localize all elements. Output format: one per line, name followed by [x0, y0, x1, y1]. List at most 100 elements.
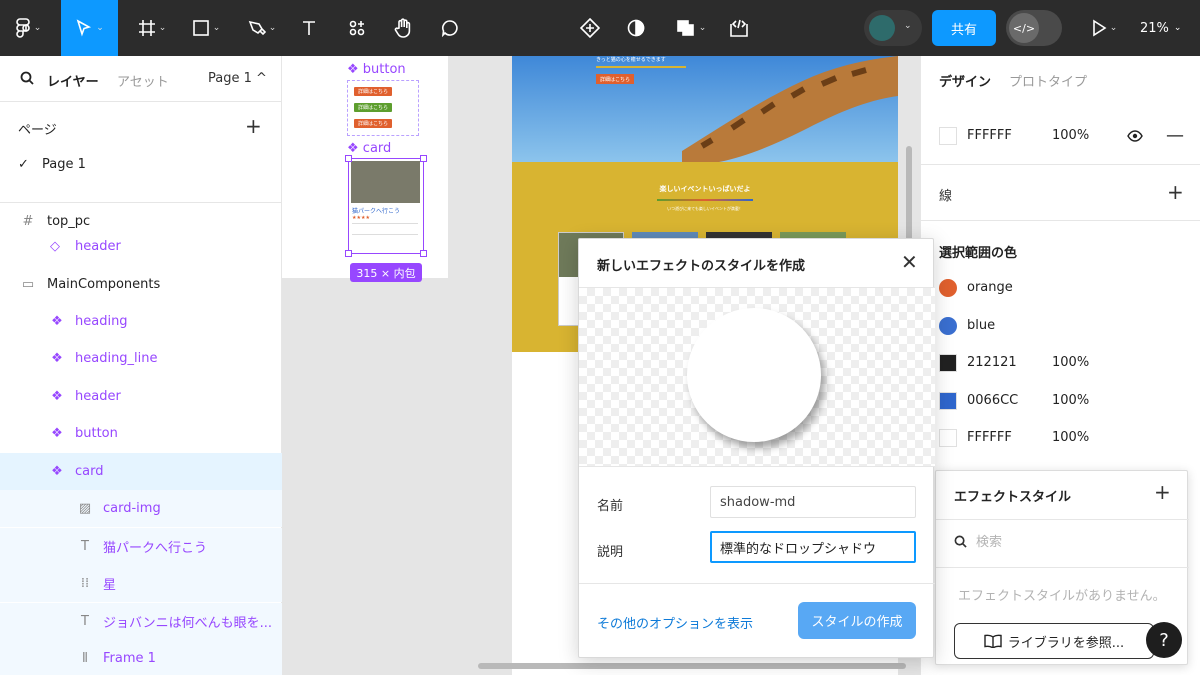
selection-color-row[interactable]: 0066CC 100%	[921, 382, 1200, 419]
color-hex[interactable]: FFFFFF	[967, 430, 1012, 445]
style-name-input[interactable]	[710, 486, 916, 518]
selection-color-row[interactable]: orange	[921, 269, 1200, 306]
zoom-menu[interactable]: 21% ⌄	[1140, 0, 1181, 56]
fill-row[interactable]: FFFFFF 100% —	[921, 117, 1200, 154]
component-button[interactable]	[577, 0, 603, 56]
text-icon: T	[81, 539, 89, 554]
selection-color-row[interactable]: 212121 100%	[921, 344, 1200, 381]
browse-library-button[interactable]: ライブラリを参照...	[954, 623, 1154, 659]
fill-hex[interactable]: FFFFFF	[967, 128, 1012, 143]
comment-button[interactable]	[437, 0, 463, 56]
dev-mode-toggle[interactable]: </>	[1006, 10, 1062, 46]
close-icon[interactable]: ✕	[901, 252, 918, 272]
add-page-button[interactable]: +	[245, 114, 262, 138]
layer-row[interactable]: ⁞⁞ 星	[0, 565, 282, 602]
layer-row-selected[interactable]: ❖ card	[0, 453, 282, 490]
move-tool-button[interactable]: ⌄	[61, 0, 118, 56]
fill-swatch[interactable]	[939, 126, 957, 145]
create-style-button[interactable]: スタイルの作成	[798, 602, 916, 639]
description-label: 説明	[597, 545, 624, 560]
present-button[interactable]: ⌄	[1086, 0, 1122, 56]
layer-row[interactable]: ❖ button	[0, 415, 282, 452]
horizontal-scrollbar[interactable]	[478, 663, 906, 669]
image-icon: ▨	[78, 501, 92, 516]
color-opacity[interactable]: 100%	[1052, 393, 1089, 408]
effect-style-search-input[interactable]	[976, 532, 1166, 552]
color-hex[interactable]: 212121	[967, 355, 1017, 370]
layer-row[interactable]: ⫴ Frame 1	[0, 640, 282, 675]
color-swatch[interactable]	[939, 353, 957, 372]
figma-menu-button[interactable]: ⌄	[6, 0, 50, 56]
page-item[interactable]: ✓ Page 1	[18, 157, 86, 172]
code-button[interactable]	[726, 0, 752, 56]
divider	[936, 567, 1189, 568]
chevron-down-icon: ⌄	[1173, 23, 1182, 33]
card-stars: ★★★★	[352, 215, 370, 221]
page-selector[interactable]: Page 1 ^	[208, 71, 267, 86]
button-component[interactable]: 詳細はこちら 詳細はこちら 詳細はこちら	[347, 80, 419, 136]
resources-button[interactable]	[344, 0, 370, 56]
tab-design[interactable]: デザイン	[939, 71, 991, 90]
search-icon[interactable]	[20, 71, 34, 85]
layer-row[interactable]: ▭ MainComponents	[0, 266, 282, 303]
hero-image: きっと猫の心を癒せるできます 詳細はこちら	[512, 56, 898, 162]
more-options-link[interactable]: その他のオプションを表示	[597, 613, 753, 632]
color-opacity[interactable]: 100%	[1052, 430, 1089, 445]
eye-icon[interactable]	[1127, 130, 1143, 142]
effect-preview	[579, 287, 935, 467]
remove-fill-button[interactable]: —	[1166, 125, 1184, 146]
color-hex[interactable]: 0066CC	[967, 393, 1018, 408]
page-item-label: Page 1	[42, 157, 86, 172]
layer-row[interactable]: ❖ heading_line	[0, 340, 282, 377]
user-avatar-menu[interactable]: ⌄	[864, 10, 922, 46]
card-component-selected[interactable]: 猫パークへ行こう ★★★★	[348, 158, 424, 254]
layer-label: button	[75, 426, 118, 441]
shape-tool-button[interactable]: ⌄	[186, 0, 226, 56]
color-swatch[interactable]	[939, 316, 957, 335]
browse-library-label: ライブラリを参照...	[1007, 635, 1125, 651]
toolbar: ⌄ ⌄ ⌄ ⌄ ⌄ ⌄ ⌄ 共有 </> ⌄ 21% ⌄	[0, 0, 1200, 56]
text-tool-button[interactable]	[296, 0, 322, 56]
layer-row[interactable]: ▨ card-img	[0, 490, 282, 527]
tab-prototype[interactable]: プロトタイプ	[1009, 71, 1087, 90]
frame-dashed-icon: ⁞⁞	[80, 576, 90, 591]
frame-tool-button[interactable]: ⌄	[132, 0, 172, 56]
pages-heading: ページ	[18, 123, 57, 138]
pen-tool-button[interactable]: ⌄	[242, 0, 282, 56]
tab-layers[interactable]: レイヤー	[47, 71, 99, 90]
resize-handle[interactable]	[420, 155, 427, 162]
layer-row[interactable]: ◇ header	[0, 228, 282, 265]
color-swatch[interactable]	[939, 391, 957, 410]
layer-row[interactable]: ❖ header	[0, 378, 282, 415]
shape-tool-icon	[192, 20, 209, 36]
color-swatch[interactable]	[939, 428, 957, 447]
resize-handle[interactable]	[345, 155, 352, 162]
selection-color-row[interactable]: blue	[921, 307, 1200, 344]
resize-handle[interactable]	[420, 250, 427, 257]
layer-row[interactable]: T ジョバンニは何べんも眼を...	[0, 603, 282, 640]
layer-row[interactable]: ❖ heading	[0, 303, 282, 340]
contrast-button[interactable]	[623, 0, 649, 56]
component-icon	[580, 18, 600, 38]
autolayout-icon: ⫴	[82, 651, 88, 666]
fill-opacity[interactable]: 100%	[1052, 128, 1089, 143]
tab-assets[interactable]: アセット	[117, 71, 169, 90]
card-title: 猫パークへ行こう	[352, 208, 401, 215]
layer-row[interactable]: T 猫パークへ行こう	[0, 528, 282, 565]
selection-color-row[interactable]: FFFFFF 100%	[921, 419, 1200, 456]
hand-tool-button[interactable]	[390, 0, 416, 56]
resize-handle[interactable]	[345, 250, 352, 257]
empty-state-text: エフェクトスタイルがありません。	[958, 589, 1166, 604]
main-components-frame[interactable]: ❖ button 詳細はこちら 詳細はこちら 詳細はこちら ❖ card 猫パー…	[282, 56, 448, 282]
style-description-input[interactable]	[710, 531, 916, 563]
add-stroke-button[interactable]: +	[1167, 180, 1184, 204]
help-button[interactable]: ?	[1146, 622, 1182, 658]
preview-shape	[687, 308, 821, 442]
add-effect-style-button[interactable]: +	[1154, 480, 1171, 504]
color-swatch[interactable]	[939, 278, 957, 297]
layer-label: 猫パークへ行こう	[103, 541, 208, 556]
share-button[interactable]: 共有	[932, 10, 996, 46]
boolean-button[interactable]: ⌄	[670, 0, 712, 56]
component-icon: ❖	[51, 314, 63, 329]
color-opacity[interactable]: 100%	[1052, 355, 1089, 370]
